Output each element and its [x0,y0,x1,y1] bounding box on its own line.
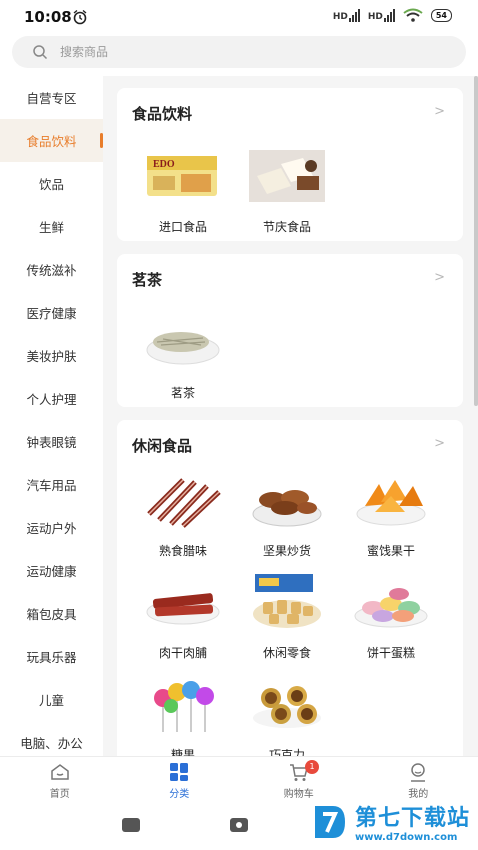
subcategory-item[interactable]: 熟食腊味 [131,470,235,559]
nav-profile[interactable]: 我的 [359,757,478,804]
subcategory-label: 饼干蛋糕 [366,646,415,660]
subcategory-item[interactable]: 肉干肉脯 [131,572,235,661]
search-icon [33,45,48,60]
status-time: 10:08 [24,8,72,26]
status-bar: 10:08 HD HD 54 [0,0,478,34]
watermark-brand: 第七下载站 [354,806,470,831]
section-title: 食品饮料 [132,105,193,123]
scrollbar[interactable] [474,76,478,406]
subcategory-label: 蜜饯果干 [366,544,415,558]
sidebar-item[interactable]: 自营专区 [0,76,103,119]
sidebar-item[interactable]: 运动健康 [0,549,103,592]
sidebar-item[interactable]: 汽车用品 [0,463,103,506]
bottom-nav: 首页 分类 1 购物车 我的 [0,756,478,804]
category-content: 食品饮料 > EDO 进口食品 节庆食品 茗茶 > 茗茶 休闲食品 > 熟食腊味… [103,76,478,756]
battery-icon: 54 [430,8,452,22]
watermark: 第七下载站 www.d7down.com [311,800,470,843]
imported-food-thumb: EDO [147,156,217,196]
chevron-right-icon[interactable]: > [434,270,445,285]
subcategory-item[interactable]: 糖果 [131,674,235,756]
nav-home[interactable]: 首页 [0,757,120,804]
subcategory-item[interactable]: EDO 进口食品 [131,146,235,235]
subcategory-item[interactable]: 休闲零食 [235,572,339,661]
section-card-snacks: 休闲食品 > 熟食腊味 坚果炒货 蜜饯果干 肉干肉脯 休闲零食 饼干蛋糕 糖果 … [117,420,463,756]
subcategory-item[interactable]: 坚果炒货 [235,470,339,559]
chevron-right-icon[interactable]: > [434,104,445,119]
sidebar-item[interactable]: 儿童 [0,678,103,721]
subcategory-label: 糖果 [170,748,195,756]
nav-label: 我的 [408,789,429,800]
subcategory-label: 休闲零食 [262,646,311,660]
home-icon [51,764,69,780]
home-button-icon[interactable] [230,818,248,832]
nuts-thumb [252,490,322,527]
d7-logo-icon [314,805,345,838]
chevron-right-icon[interactable]: > [434,436,445,451]
sidebar-item[interactable]: 个人护理 [0,377,103,420]
svg-text:EDO: EDO [153,159,175,170]
sidebar-item[interactable]: 食品饮料 [0,119,103,162]
section-card-tea: 茗茶 > 茗茶 [117,254,463,407]
nav-category[interactable]: 分类 [120,757,240,804]
subcategory-item[interactable]: 饼干蛋糕 [339,572,443,661]
subcategory-label: 茗茶 [170,386,195,400]
subcategory-label: 巧克力 [268,748,305,756]
festival-food-thumb [249,150,325,202]
alarm-icon [73,9,87,25]
subcategory-item[interactable]: 节庆食品 [235,146,339,235]
subcategory-label: 进口食品 [158,220,207,234]
sidebar-item[interactable]: 生鲜 [0,205,103,248]
sidebar-item[interactable]: 传统滋补 [0,248,103,291]
nav-label: 分类 [169,789,190,800]
dried-fruit-thumb [356,480,426,526]
jerky-thumb [146,593,220,625]
subcategory-item[interactable]: 蜜饯果干 [339,470,443,559]
search-input[interactable]: 搜索商品 [60,43,108,60]
category-icon [170,763,189,781]
hd-label: HD [332,12,348,22]
signal-icon: HD [333,8,360,22]
sidebar-item[interactable]: 玩具乐器 [0,635,103,678]
cart-badge: 1 [305,760,319,774]
sidebar-item[interactable]: 饮品 [0,162,103,205]
hd-label-2: HD [367,12,383,22]
nav-label: 购物车 [283,789,314,800]
section-title: 茗茶 [132,271,163,289]
search-bar[interactable]: 搜索商品 [12,36,466,68]
sidebar-item[interactable]: 钟表眼镜 [0,420,103,463]
signal-icon-2: HD [368,8,395,22]
cured-meat-thumb [147,478,221,528]
subcategory-item[interactable]: 巧克力 [235,674,339,756]
sidebar-item[interactable]: 箱包皮具 [0,592,103,635]
lollipop-thumb [154,681,214,732]
category-sidebar: 自营专区 食品饮料 饮品 生鲜 传统滋补 医疗健康 美妆护肤 个人护理 钟表眼镜 汽车用品 运动户外… [0,76,103,756]
chocolate-thumb [253,686,321,728]
sidebar-item[interactable]: 美妆护肤 [0,334,103,377]
subcategory-label: 节庆食品 [262,220,311,234]
user-icon [411,763,426,782]
nav-cart[interactable]: 1 购物车 [239,757,359,804]
watermark-url: www.d7down.com [354,832,458,843]
sidebar-item[interactable]: 运动户外 [0,506,103,549]
subcategory-label: 熟食腊味 [158,544,207,558]
section-card-food-drink: 食品饮料 > EDO 进口食品 节庆食品 [117,88,463,241]
section-title: 休闲食品 [132,437,193,455]
tea-thumb [146,332,220,365]
nav-label: 首页 [49,789,70,800]
wifi-icon [403,8,423,22]
subcategory-label: 坚果炒货 [262,544,311,558]
subcategory-label: 肉干肉脯 [158,646,207,660]
subcategory-item[interactable]: 茗茶 [131,312,235,401]
snacks-thumb [253,574,321,628]
sidebar-item[interactable]: 医疗健康 [0,291,103,334]
macaron-thumb [354,588,428,628]
recent-apps-icon[interactable] [122,818,140,832]
